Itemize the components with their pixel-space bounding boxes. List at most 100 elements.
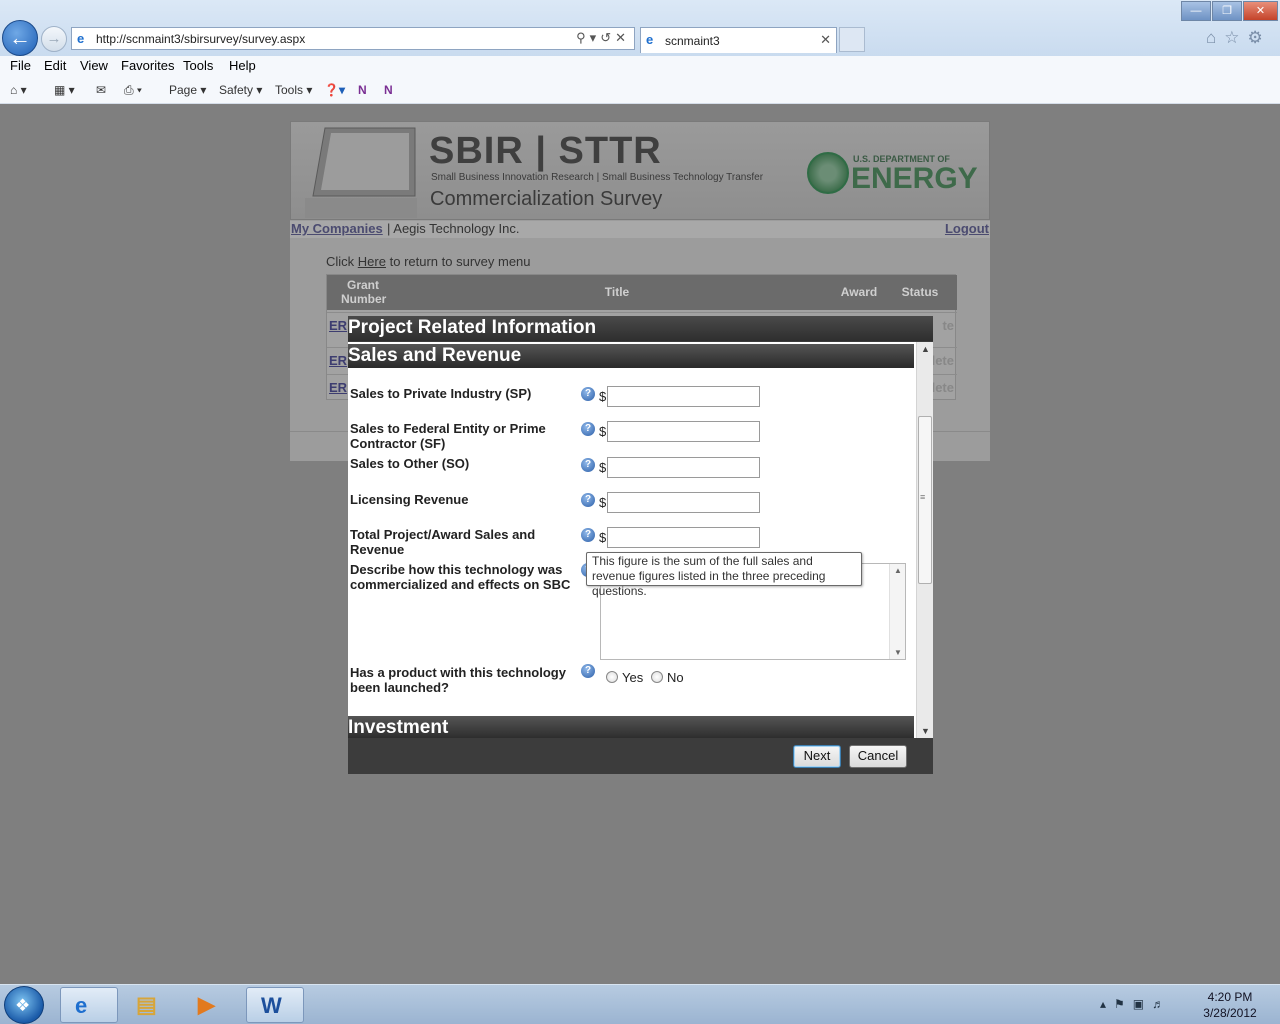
page-viewport: SBIR | STTR Small Business Innovation Re… — [0, 104, 1280, 984]
survey-title: Commercialization Survey — [430, 188, 663, 210]
back-button[interactable]: ← — [2, 20, 38, 56]
taskbar-clock[interactable]: 4:20 PM 3/28/2012 — [1200, 989, 1260, 1021]
next-button[interactable]: Next — [793, 745, 841, 768]
print-icon[interactable]: ⎙ ▾ — [124, 83, 142, 98]
dialog-scrollbar[interactable]: ▲ ≡ ▼ — [916, 342, 933, 738]
textarea-scrollbar[interactable]: ▲ ▼ — [889, 564, 905, 659]
scroll-down-icon[interactable]: ▼ — [921, 726, 930, 736]
help-icon[interactable]: ? — [581, 387, 595, 401]
browser-tab[interactable]: e scnmaint3 ✕ — [640, 27, 837, 53]
help-tooltip: This figure is the sum of the full sales… — [586, 552, 862, 598]
return-here-link[interactable]: Here — [358, 254, 386, 269]
menu-bar: File Edit View Favorites Tools Help — [0, 56, 1280, 78]
my-companies-link[interactable]: My Companies — [291, 221, 383, 236]
label-sales-private: Sales to Private Industry (SP) — [350, 386, 532, 401]
radio-yes[interactable] — [606, 671, 618, 683]
header-grant-number: Grant Number — [341, 278, 387, 306]
radio-no[interactable] — [651, 671, 663, 683]
new-tab-button[interactable] — [839, 27, 865, 52]
cmd-safety[interactable]: Safety ▾ — [219, 83, 262, 97]
help-icon[interactable]: ❓▾ — [324, 83, 345, 97]
scroll-up-icon[interactable]: ▲ — [894, 566, 902, 575]
laptop-image — [305, 127, 417, 218]
help-icon[interactable]: ? — [581, 458, 595, 472]
taskbar-ie[interactable]: e — [60, 987, 118, 1023]
clock-time: 4:20 PM — [1207, 990, 1253, 1004]
logout-link[interactable]: Logout — [945, 221, 989, 236]
project-info-dialog: Project Related Information Sales and Re… — [348, 316, 933, 774]
tab-close-icon[interactable]: ✕ — [820, 32, 831, 48]
media-player-icon: ▶ — [198, 992, 215, 1017]
grant-link[interactable]: ER — [329, 318, 347, 333]
site-banner: SBIR | STTR Small Business Innovation Re… — [290, 121, 990, 220]
section-sales-revenue: Sales and Revenue — [348, 344, 914, 368]
start-button[interactable]: ❖ — [4, 986, 44, 1024]
home-favorites-tools-icons[interactable]: ⌂☆⚙ — [1206, 28, 1271, 48]
help-icon[interactable]: ? — [581, 664, 595, 678]
menu-file[interactable]: File — [10, 58, 31, 73]
dialog-body: Sales and Revenue Sales to Private Indus… — [348, 342, 933, 738]
onenote-send-icon[interactable]: N — [384, 83, 393, 97]
maximize-button[interactable]: ❐ — [1212, 1, 1242, 21]
header-title: Title — [604, 285, 630, 299]
cmd-page-label: Page — [169, 83, 198, 97]
scroll-up-icon[interactable]: ▲ — [921, 344, 930, 354]
cmd-page[interactable]: Page ▾ — [169, 83, 206, 97]
company-name: | Aegis Technology Inc. — [387, 221, 520, 236]
grant-link[interactable]: ER — [329, 353, 347, 368]
address-bar[interactable]: e http://scnmaint3/sbirsurvey/survey.asp… — [71, 27, 635, 50]
feeds-icon[interactable]: ▦ ▾ — [54, 83, 75, 97]
radio-yes-label: Yes — [622, 670, 644, 685]
sales-federal-input[interactable] — [607, 421, 760, 442]
close-window-button[interactable]: ✕ — [1243, 1, 1278, 21]
cmd-tools-label: Tools — [275, 83, 304, 97]
word-icon: W — [261, 993, 282, 1018]
mail-icon[interactable]: ✉ — [96, 83, 106, 97]
grant-link[interactable]: ER — [329, 380, 347, 395]
address-tools-icon[interactable]: ⚲▾↺✕ — [576, 30, 630, 46]
section-investment: Investment — [348, 716, 914, 738]
currency-symbol: $ — [599, 424, 607, 439]
help-icon[interactable]: ? — [581, 493, 595, 507]
menu-help[interactable]: Help — [229, 58, 256, 73]
menu-view[interactable]: View — [80, 58, 108, 73]
folder-icon: ▤ — [136, 992, 157, 1017]
label-product-launched: Has a product with this technology been … — [350, 665, 566, 695]
sales-other-input[interactable] — [607, 457, 760, 478]
menu-favorites[interactable]: Favorites — [121, 58, 174, 73]
system-tray-icons[interactable]: ▴⚑▣♬ — [1100, 997, 1172, 1011]
onenote-icon[interactable]: N — [358, 83, 367, 97]
home-icon[interactable]: ⌂ ▾ — [10, 83, 27, 97]
help-icon[interactable]: ? — [581, 528, 595, 542]
label-sales-other: Sales to Other (SO) — [350, 456, 470, 471]
header-award: Award — [840, 285, 878, 299]
dialog-footer: Next Cancel — [348, 740, 933, 774]
windows-taskbar: ❖ e ▤ ▶ W ▴⚑▣♬ 4:20 PM 3/28/2012 — [0, 984, 1280, 1024]
currency-symbol: $ — [599, 389, 607, 404]
cmd-safety-label: Safety — [219, 83, 254, 97]
grant-status: te — [942, 318, 954, 333]
label-sales-federal: Sales to Federal Entity or Prime Contrac… — [350, 421, 546, 451]
click-prefix: Click — [326, 254, 355, 269]
total-sales-input[interactable] — [607, 527, 760, 548]
tab-ie-icon: e — [646, 32, 654, 47]
ie-page-icon: e — [77, 31, 85, 46]
cmd-tools[interactable]: Tools ▾ — [275, 83, 312, 97]
licensing-revenue-input[interactable] — [607, 492, 760, 513]
scroll-down-icon[interactable]: ▼ — [894, 648, 902, 657]
minimize-button[interactable]: — — [1181, 1, 1211, 21]
currency-symbol: $ — [599, 460, 607, 475]
menu-edit[interactable]: Edit — [44, 58, 66, 73]
taskbar-media-player[interactable]: ▶ — [184, 987, 242, 1023]
forward-button[interactable]: → — [41, 26, 67, 52]
doe-seal-logo — [807, 152, 849, 194]
taskbar-explorer[interactable]: ▤ — [122, 987, 180, 1023]
cancel-button[interactable]: Cancel — [849, 745, 907, 768]
taskbar-word[interactable]: W — [246, 987, 304, 1023]
help-icon[interactable]: ? — [581, 422, 595, 436]
label-licensing-revenue: Licensing Revenue — [350, 492, 469, 507]
menu-tools[interactable]: Tools — [183, 58, 213, 73]
sales-private-input[interactable] — [607, 386, 760, 407]
currency-symbol: $ — [599, 530, 607, 545]
label-describe-commercialization: Describe how this technology was commerc… — [350, 562, 571, 592]
